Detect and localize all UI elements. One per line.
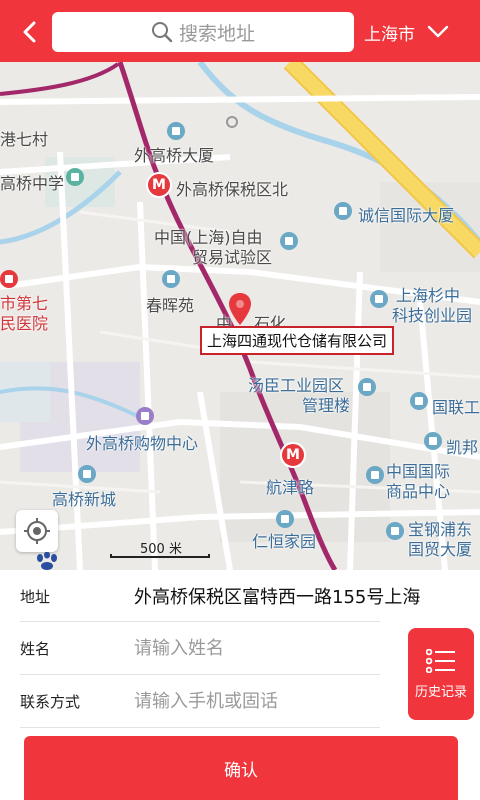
poi-icon [276, 510, 294, 528]
locate-button[interactable] [16, 510, 58, 552]
map-label: 国联工 [432, 398, 480, 417]
map-label: 民医院 [0, 314, 49, 333]
map-label: 商品中心 [386, 482, 451, 501]
contact-input[interactable] [134, 690, 374, 712]
metro-station-icon: M [280, 442, 306, 468]
city-label: 上海市 [364, 24, 415, 45]
poi-icon [334, 202, 352, 220]
crosshair-icon [24, 518, 50, 544]
map-label: 科技创业园 [392, 306, 473, 325]
metro-station-icon: M [146, 172, 172, 198]
map-label: 航津路 [266, 478, 315, 497]
map-label: 外高桥大厦 [134, 146, 215, 165]
name-input[interactable] [134, 637, 374, 659]
poi-icon [66, 168, 84, 186]
name-label: 姓名 [20, 639, 51, 658]
poi-icon [167, 122, 185, 140]
poi-icon [78, 465, 96, 483]
poi-icon [386, 522, 404, 540]
poi-icon [370, 290, 388, 308]
map-label: 仁恒家园 [252, 532, 317, 551]
location-pin-icon [229, 293, 251, 325]
confirm-button[interactable]: 确认 [24, 736, 458, 800]
address-label: 地址 [20, 587, 51, 606]
name-row: 姓名 [0, 622, 380, 674]
map-label: 外高桥购物中心 [86, 434, 199, 453]
history-label: 历史记录 [414, 684, 467, 700]
address-value[interactable]: 外高桥保税区富特西一路155号上海 [134, 583, 434, 609]
poi-icon [162, 270, 180, 288]
back-button[interactable] [12, 14, 48, 50]
poi-icon [410, 392, 428, 410]
history-button[interactable]: 历史记录 [408, 628, 474, 720]
map-label: 管理楼 [302, 396, 351, 415]
poi-icon [358, 378, 376, 396]
divider [20, 727, 380, 728]
map-label: 诚信国际大厦 [358, 206, 455, 225]
hospital-icon [0, 270, 18, 288]
header-bar: 搜索地址 上海市 [0, 0, 480, 62]
map-label: 高桥中学 [0, 174, 65, 193]
map-view[interactable]: M M 港七村 外高桥大厦 高桥中学 外高桥保税区北 诚信国际大厦 中国(上海)… [0, 62, 480, 570]
search-icon [151, 22, 173, 43]
contact-label: 联系方式 [20, 692, 81, 711]
city-selector[interactable]: 上海市 [364, 14, 449, 50]
map-label: 外高桥保税区北 [176, 180, 289, 199]
map-label: 春晖苑 [146, 296, 195, 315]
location-callout[interactable]: 上海四通现代仓储有限公司 [200, 326, 395, 355]
map-label: 贸易试验区 [192, 248, 273, 267]
chevron-down-icon [427, 25, 449, 38]
search-placeholder: 搜索地址 [178, 22, 255, 45]
poi-icon [424, 432, 442, 450]
poi-icon [136, 407, 154, 425]
poi-icon [366, 466, 384, 484]
map-logo-icon [37, 552, 57, 570]
map-label: 高桥新城 [52, 490, 117, 509]
address-row: 地址 外高桥保税区富特西一路155号上海 [0, 570, 420, 622]
map-label: 港七村 [0, 130, 49, 149]
map-label: 凯邦 [446, 438, 479, 457]
contact-row: 联系方式 [0, 675, 380, 727]
list-icon [426, 648, 455, 673]
search-box[interactable]: 搜索地址 [52, 12, 354, 52]
map-scale-bar [110, 554, 210, 558]
back-arrow-icon [23, 21, 36, 43]
poi-icon [280, 232, 298, 250]
map-label: 国贸大厦 [408, 540, 473, 559]
